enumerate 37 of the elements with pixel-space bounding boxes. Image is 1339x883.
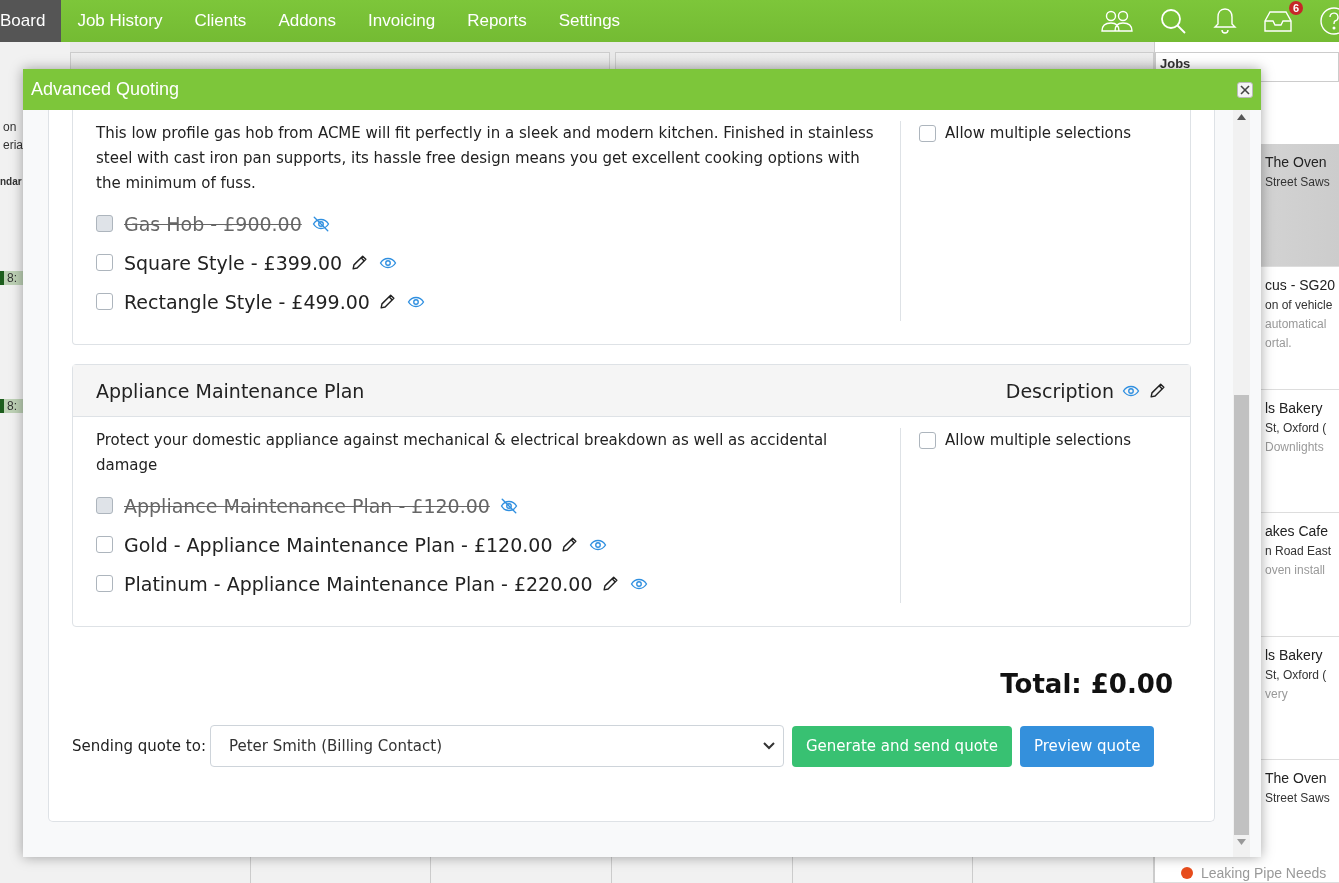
field-label: Sending quote to:	[72, 737, 206, 755]
option-label: Square Style - £399.00	[124, 251, 343, 274]
job-text: Street Saws	[1265, 173, 1331, 191]
job-text: cus - SG20	[1265, 275, 1337, 295]
job-text: The Oven	[1265, 152, 1328, 172]
section-description: Protect your domestic appliance against mechanical & electrical breakdown as well as accidental damage	[96, 430, 829, 476]
job-text: oven install	[1265, 562, 1327, 580]
dialog-title: Advanced Quoting	[31, 79, 180, 100]
job-text: on of vehicle	[1265, 296, 1334, 314]
option-label: Platinum - Appliance Maintenance Plan - £220.00	[124, 572, 593, 595]
job-text: ls Bakery	[1265, 645, 1324, 665]
job-text: Leaking Pipe Needs	[1201, 865, 1327, 881]
total-label: Total: £0.00	[1000, 669, 1173, 699]
panel-text: on	[2, 120, 18, 134]
checkbox-label: Allow multiple selections	[945, 431, 1132, 449]
panel-text: eria	[2, 138, 24, 152]
checkbox-label: Allow multiple selections	[945, 124, 1132, 142]
job-text: St, Oxford (	[1265, 420, 1328, 438]
description-label: Description	[1005, 379, 1114, 402]
job-text: ortal.	[1265, 334, 1293, 352]
job-text: Street Saws	[1265, 789, 1331, 807]
section-title: Appliance Maintenance Plan	[96, 379, 366, 402]
job-text: The Oven	[1265, 768, 1328, 788]
section-description: This low profile gas hob from ACME will fit perfectly in a sleek and modern kitchen. Finished in stainless steel with cast iron pan supports, its hassle free design means you get excellent cooking options with the minimum of fuss.	[96, 123, 875, 194]
job-text: very	[1265, 685, 1289, 703]
notification-badge: 6	[1288, 1, 1303, 15]
panel-text: ndar	[0, 176, 23, 187]
option-label: Gold - Appliance Maintenance Plan - £120.00	[124, 533, 553, 556]
job-text: akes Cafe	[1265, 522, 1330, 542]
job-text: automatical	[1265, 315, 1328, 333]
option-label: Appliance Maintenance Plan - £120.00	[124, 494, 490, 517]
job-text: n Road East	[1265, 543, 1333, 561]
option-label: Rectangle Style - £499.00	[124, 290, 370, 313]
job-text: St, Oxford (	[1265, 666, 1328, 684]
option-label: Gas Hob - £900.00	[124, 212, 302, 235]
job-text: ls Bakery	[1265, 399, 1324, 419]
job-text: Downlights	[1265, 439, 1325, 457]
